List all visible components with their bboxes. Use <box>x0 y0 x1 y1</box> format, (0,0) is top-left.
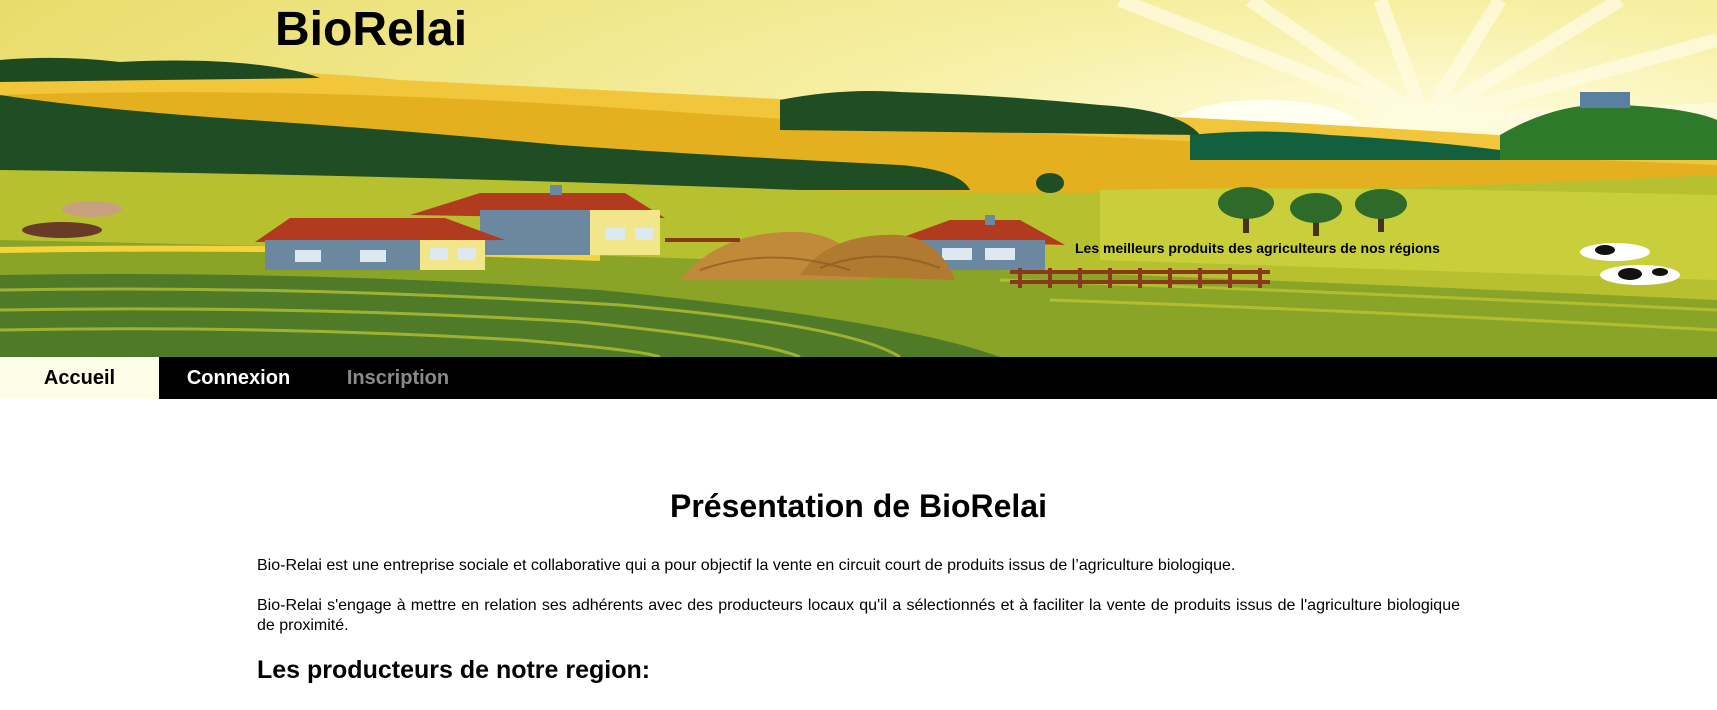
page-title: Présentation de BioRelai <box>670 488 1047 524</box>
site-header: BioRelai Les meilleurs produits des agri… <box>0 0 1717 357</box>
main-navbar: Accueil Connexion Inscription <box>0 357 1717 399</box>
producers-section-title: Les producteurs de notre region: <box>257 656 651 684</box>
site-tagline: Les meilleurs produits des agriculteurs … <box>1075 240 1440 256</box>
nav-item-connexion[interactable]: Connexion <box>159 357 318 399</box>
nav-item-accueil[interactable]: Accueil <box>0 357 159 399</box>
commitment-paragraph: Bio-Relai s'engage à mettre en relation … <box>257 597 1460 634</box>
countryside-banner-image <box>0 0 1717 357</box>
main-content: Présentation de BioRelai Bio-Relai est u… <box>257 399 1460 685</box>
nav-item-inscription[interactable]: Inscription <box>318 357 478 399</box>
intro-paragraph: Bio-Relai est une entreprise sociale et … <box>257 557 1236 574</box>
site-title: BioRelai <box>275 3 468 56</box>
